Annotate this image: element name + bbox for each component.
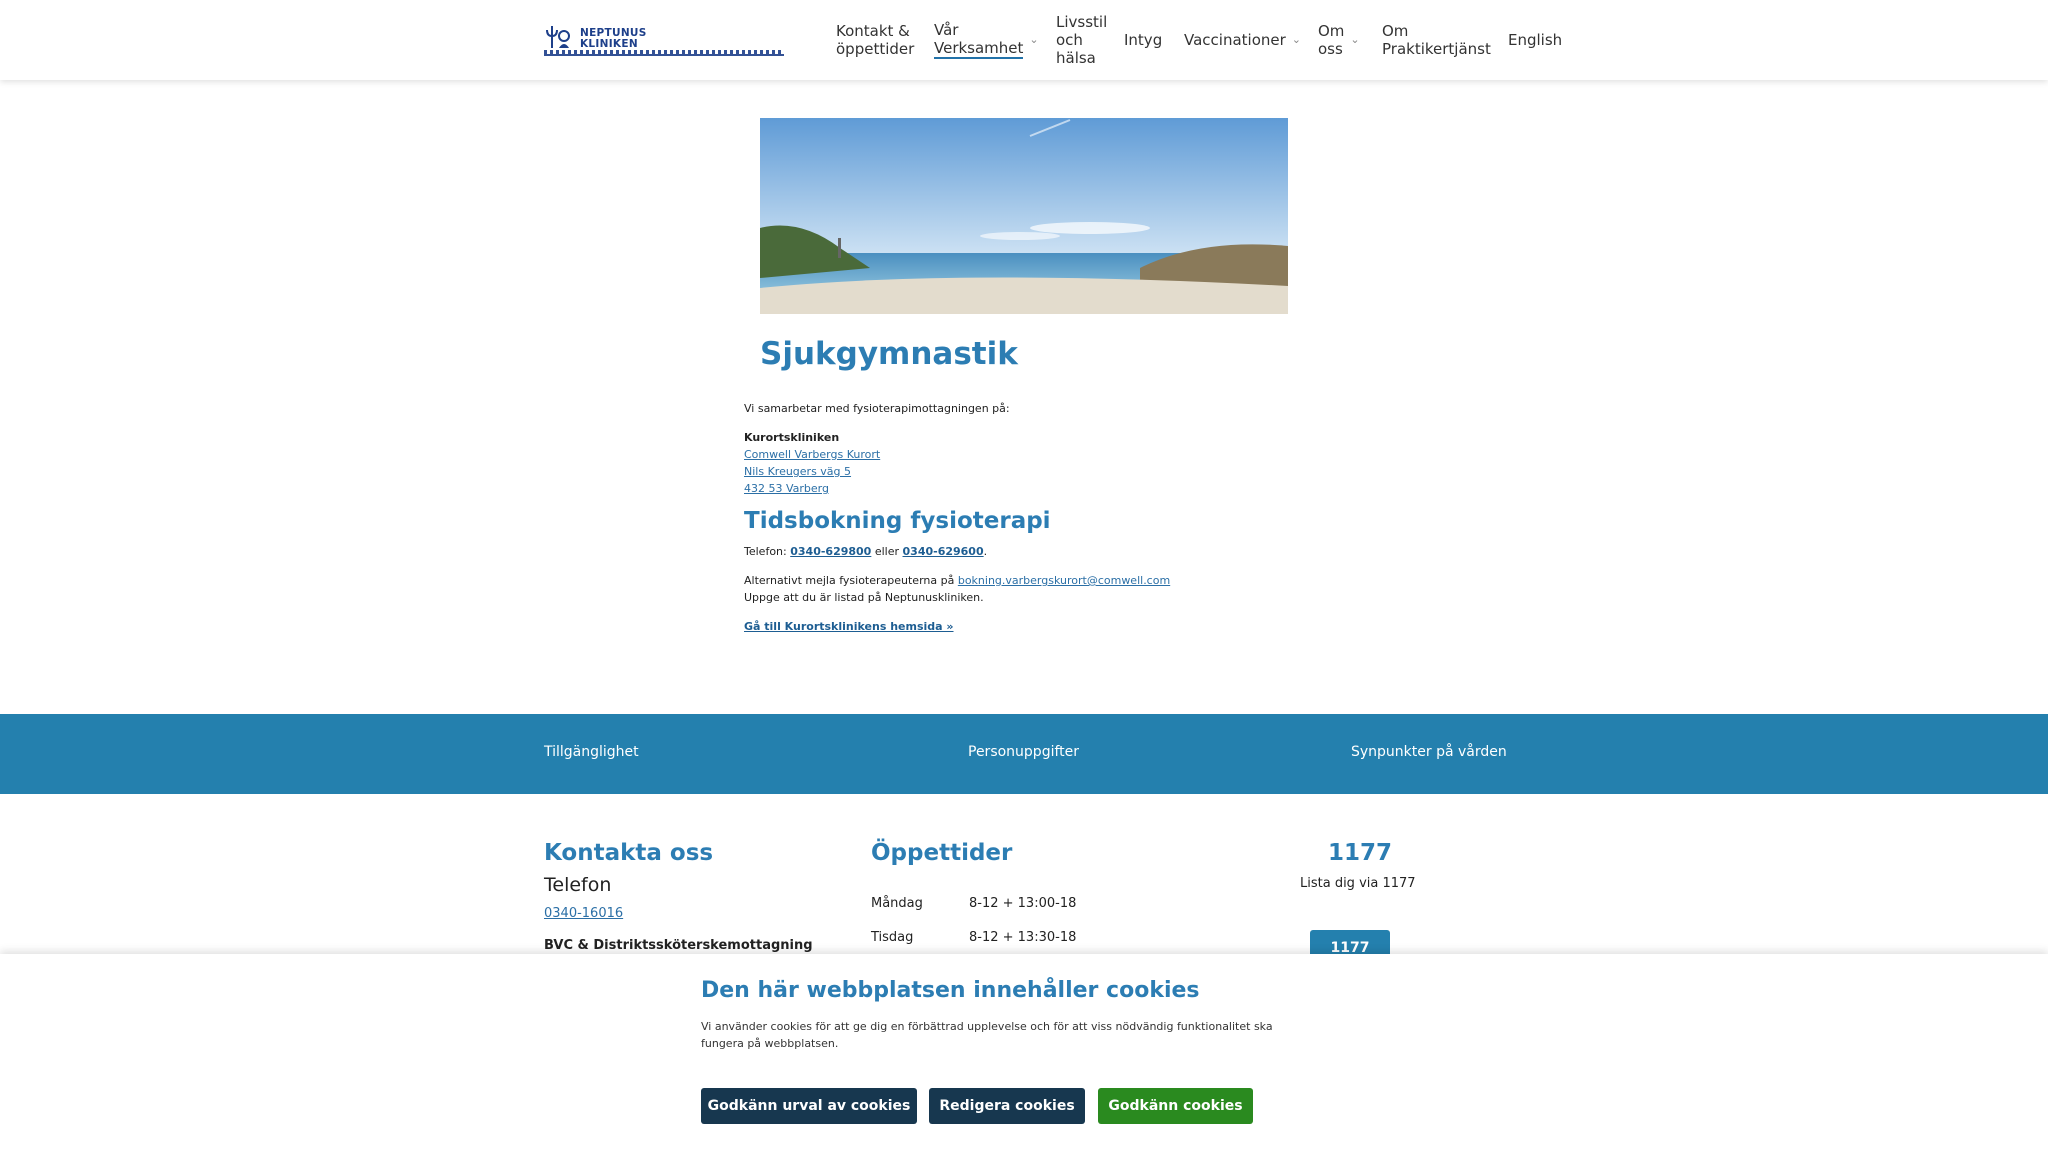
footer-link-synpunkter[interactable]: Synpunkter på vården (1351, 744, 1507, 760)
clinic-name: Kurortskliniken (744, 431, 840, 444)
main-content: Vi samarbetar med fysioterapimottagninge… (744, 400, 1344, 635)
page-title: Sjukgymnastik (760, 336, 1018, 372)
logo-text: NEPTUNUS KLINIKEN (580, 27, 647, 50)
edit-cookies-button[interactable]: Redigera cookies (929, 1088, 1085, 1124)
nav-item-var-verksamhet[interactable]: Vår Verksamhet ⌄ (934, 0, 1039, 80)
address-link-1[interactable]: Comwell Varbergs Kurort (744, 448, 880, 461)
hours-time-2: 8-12 + 13:30-18 (969, 930, 1077, 945)
homepage-link[interactable]: Gå till Kurortsklinikens hemsida » (744, 620, 954, 633)
footer-phone-link[interactable]: 0340-16016 (544, 906, 623, 921)
nav-item-om-oss[interactable]: Om oss ⌄ (1318, 0, 1360, 80)
chevron-down-icon: ⌄ (1029, 33, 1039, 46)
nav-item-vaccinationer[interactable]: Vaccinationer ⌄ (1184, 0, 1301, 80)
trident-logo-icon (546, 26, 570, 48)
nav-label-var-verksamhet: Vår Verksamhet (934, 21, 1024, 59)
cookie-title: Den här webbplatsen innehåller cookies (701, 978, 1200, 1003)
chevron-down-icon: ⌄ (1291, 33, 1301, 46)
cookie-banner: Den här webbplatsen innehåller cookies V… (0, 954, 2048, 1152)
cookie-text: Vi använder cookies för att ge dig en fö… (701, 1020, 1273, 1050)
approve-selection-button[interactable]: Godkänn urval av cookies (701, 1088, 917, 1124)
bvc-heading: BVC & Distriktssköterskemottagning (544, 938, 813, 953)
nav-item-intyg[interactable]: Intyg (1124, 0, 1162, 80)
hours-day-2: Tisdag (871, 930, 914, 945)
hours-title: Öppettider (871, 840, 1013, 866)
address-link-2[interactable]: Nils Kreugers väg 5 (744, 465, 851, 478)
nav-item-om-praktikertjanst[interactable]: Om Praktikertjänst (1382, 0, 1491, 80)
logo-waves (544, 50, 784, 56)
phone-heading: Telefon (544, 874, 612, 896)
email-line: Alternativt mejla fysioterapeuterna på b… (744, 574, 1171, 587)
beach-hero-image (760, 118, 1288, 314)
email-link[interactable]: bokning.varbergskurort@comwell.com (958, 574, 1170, 587)
nav-item-livsstil[interactable]: Livsstil och hälsa (1056, 0, 1107, 80)
title-1177: 1177 (1328, 840, 1393, 866)
footer-link-personuppgifter[interactable]: Personuppgifter (968, 744, 1079, 760)
address-link-3[interactable]: 432 53 Varberg (744, 482, 829, 495)
hours-time-1: 8-12 + 13:00-18 (969, 896, 1077, 911)
listing-note: Uppge att du är listad på Neptunusklinik… (744, 591, 984, 604)
approve-cookies-button[interactable]: Godkänn cookies (1098, 1088, 1253, 1124)
intro-text: Vi samarbetar med fysioterapimottagninge… (744, 402, 1010, 415)
phone-link-1[interactable]: 0340-629800 (790, 545, 871, 558)
footer-link-tillganglighet[interactable]: Tillgänglighet (544, 744, 639, 760)
contact-title: Kontakta oss (544, 840, 714, 866)
nav-item-english[interactable]: English (1508, 0, 1562, 80)
site-header: NEPTUNUS KLINIKEN Kontakt & öppettider V… (0, 0, 2048, 80)
nav-item-kontakt[interactable]: Kontakt & öppettider (836, 0, 914, 80)
phone-line: Telefon: 0340-629800 eller 0340-629600. (744, 545, 988, 558)
neptunus-logo[interactable]: NEPTUNUS KLINIKEN (544, 22, 784, 58)
hours-day-1: Måndag (871, 896, 923, 911)
chevron-down-icon: ⌄ (1350, 33, 1360, 46)
text-1177: Lista dig via 1177 (1300, 876, 1416, 891)
phone-link-2[interactable]: 0340-629600 (903, 545, 984, 558)
booking-heading: Tidsbokning fysioterapi (744, 508, 1051, 534)
footer-links-bar: Tillgänglighet Personuppgifter Synpunkte… (0, 714, 2048, 794)
